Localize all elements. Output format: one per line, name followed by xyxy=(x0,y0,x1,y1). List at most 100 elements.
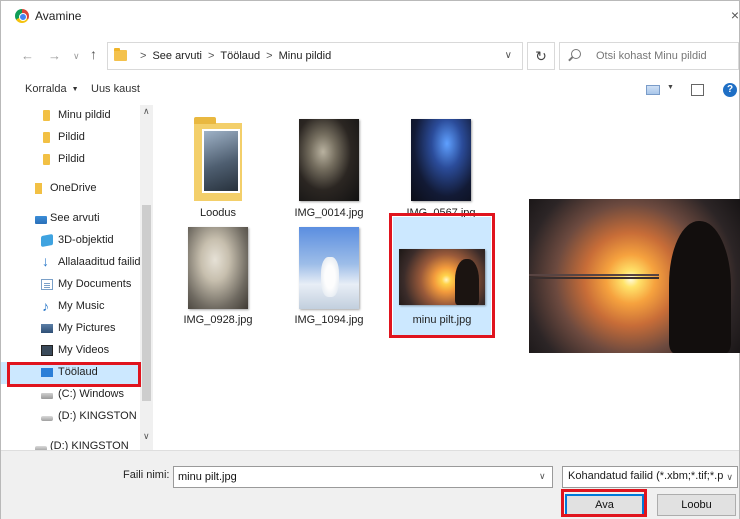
nav-item-pildid[interactable]: Pildid xyxy=(1,127,139,149)
title-bar: Avamine × xyxy=(1,1,739,31)
nav-item-label: Töölaud xyxy=(58,366,98,378)
file-item-minu-pilt[interactable]: minu pilt.jpg xyxy=(393,217,491,335)
nav-item-d-kingston[interactable]: (D:) KINGSTON xyxy=(1,436,139,450)
navigation-pane: Minu pildid Pildid Pildid OneDrive See a… xyxy=(1,105,153,450)
nav-item-3d-objektid[interactable]: 3D-objektid xyxy=(1,230,139,252)
nav-item-label: Pildid xyxy=(58,153,85,165)
nav-item-see-arvuti[interactable]: See arvuti xyxy=(1,208,139,230)
file-list: Loodus IMG_0014.jpg IMG_0567.jpg IMG_092… xyxy=(153,105,507,450)
caret-down-icon[interactable]: ▼ xyxy=(667,84,674,91)
search-icon xyxy=(571,49,581,59)
nav-item-my-music[interactable]: My Music xyxy=(1,296,139,318)
file-name: IMG_1094.jpg xyxy=(294,314,364,326)
onedrive-icon xyxy=(35,183,42,194)
search-input[interactable]: Otsi kohast Minu pildid xyxy=(559,42,739,70)
search-placeholder: Otsi kohast Minu pildid xyxy=(596,50,707,62)
nav-item-my-videos[interactable]: My Videos xyxy=(1,340,139,362)
file-name: IMG_0928.jpg xyxy=(183,314,253,326)
drive-icon xyxy=(41,393,53,399)
nav-item-onedrive[interactable]: OneDrive xyxy=(1,178,139,200)
breadcrumb-separator: > xyxy=(266,50,273,62)
nav-item-label: My Documents xyxy=(58,278,132,290)
download-icon xyxy=(41,253,53,269)
organize-menu-button[interactable]: Korralda ▼ xyxy=(25,83,79,95)
folder-icon xyxy=(43,110,50,121)
cancel-button[interactable]: Loobu xyxy=(657,494,736,516)
pictures-icon xyxy=(41,324,53,333)
3d-objects-icon xyxy=(41,233,53,248)
nav-item-my-pictures[interactable]: My Pictures xyxy=(1,318,139,340)
chevron-down-icon: ∨ xyxy=(726,472,733,483)
scroll-down-icon[interactable]: ∨ xyxy=(143,431,150,442)
usb-drive-icon xyxy=(41,416,53,421)
filename-input[interactable] xyxy=(173,466,553,488)
chrome-icon xyxy=(15,9,29,23)
filename-label: Faili nimi: xyxy=(123,469,170,481)
nav-item-label: (C:) Windows xyxy=(58,388,125,400)
recent-locations-chevron-icon[interactable]: ∨ xyxy=(73,51,80,62)
nav-item-d-kingston[interactable]: (D:) KINGSTON xyxy=(1,406,139,428)
file-item-img-1094[interactable]: IMG_1094.jpg xyxy=(274,217,384,335)
chevron-down-icon[interactable]: ∨ xyxy=(539,471,546,482)
refresh-icon[interactable]: ↻ xyxy=(527,42,555,70)
breadcrumb-separator: > xyxy=(140,50,147,62)
dialog-footer: Faili nimi: ∨ Kohandatud failid (*.xbm;*… xyxy=(1,450,739,519)
nav-item-label: (D:) KINGSTON xyxy=(58,410,137,422)
nav-item-pildid[interactable]: Pildid xyxy=(1,149,139,171)
file-item-img-0014[interactable]: IMG_0014.jpg xyxy=(274,109,384,227)
folder-icon xyxy=(194,117,242,201)
back-arrow-icon[interactable]: ← xyxy=(21,48,34,63)
nav-item-label: OneDrive xyxy=(50,182,97,194)
preview-image xyxy=(529,199,740,353)
desktop-icon xyxy=(41,368,53,377)
nav-item-label: My Videos xyxy=(58,344,110,356)
view-options-icon[interactable] xyxy=(646,85,660,95)
file-type-select[interactable]: Kohandatud failid (*.xbm;*.tif;*.p ∨ xyxy=(562,466,738,488)
nav-item-label: Allalaaditud failid xyxy=(58,256,141,268)
file-item-loodus[interactable]: Loodus xyxy=(163,109,273,227)
address-bar[interactable]: > See arvuti > Töölaud > Minu pildid ∨ xyxy=(107,42,523,70)
caret-down-icon: ▼ xyxy=(71,86,79,93)
nav-item-minu-pildid[interactable]: Minu pildid xyxy=(1,105,139,127)
computer-icon xyxy=(35,216,47,224)
breadcrumb-minu-pildid[interactable]: Minu pildid xyxy=(279,50,332,62)
nav-item-toolaud[interactable]: Töölaud xyxy=(1,362,139,384)
folder-icon xyxy=(43,154,50,165)
command-bar: Korralda ▼ Uus kaust ▼ ? xyxy=(1,77,739,103)
image-thumbnail xyxy=(399,249,485,305)
new-folder-button[interactable]: Uus kaust xyxy=(91,83,140,95)
close-icon[interactable]: × xyxy=(723,7,739,23)
up-arrow-icon[interactable]: ↑ xyxy=(90,46,97,62)
videos-icon xyxy=(41,345,53,356)
help-icon[interactable]: ? xyxy=(723,83,737,97)
preview-pane xyxy=(507,105,740,450)
folder-icon xyxy=(43,132,50,143)
documents-icon xyxy=(41,279,53,290)
nav-item-label: Minu pildid xyxy=(58,109,111,121)
nav-item-label: 3D-objektid xyxy=(58,234,114,246)
image-thumbnail xyxy=(299,227,359,309)
image-thumbnail xyxy=(188,227,248,309)
organize-label: Korralda xyxy=(25,83,67,95)
breadcrumb-see-arvuti[interactable]: See arvuti xyxy=(152,50,202,62)
window-title: Avamine xyxy=(35,9,82,23)
file-item-img-0567[interactable]: IMG_0567.jpg xyxy=(386,109,496,227)
open-button[interactable]: Ava xyxy=(565,494,644,516)
music-icon xyxy=(41,298,53,314)
nav-item-my-documents[interactable]: My Documents xyxy=(1,274,139,296)
navigation-scrollbar[interactable] xyxy=(140,105,153,450)
address-row: ← → ∨ ↑ > See arvuti > Töölaud > Minu pildid … xyxy=(1,39,739,73)
scrollbar-thumb[interactable] xyxy=(142,205,151,401)
chevron-down-icon[interactable]: ∨ xyxy=(505,50,512,61)
file-type-value: Kohandatud failid (*.xbm;*.tif;*.p xyxy=(568,470,724,482)
scroll-up-icon[interactable]: ∧ xyxy=(143,106,150,117)
file-name: minu pilt.jpg xyxy=(412,314,472,326)
nav-item-allalaaditud-failid[interactable]: Allalaaditud failid xyxy=(1,252,141,274)
breadcrumb-toolaud[interactable]: Töölaud xyxy=(220,50,260,62)
forward-arrow-icon[interactable]: → xyxy=(48,48,61,63)
nav-item-label: My Pictures xyxy=(58,322,116,334)
breadcrumb: > See arvuti > Töölaud > Minu pildid xyxy=(134,50,331,62)
file-item-img-0928[interactable]: IMG_0928.jpg xyxy=(163,217,273,335)
preview-pane-icon[interactable] xyxy=(691,84,704,96)
nav-item-c-windows[interactable]: (C:) Windows xyxy=(1,384,139,406)
